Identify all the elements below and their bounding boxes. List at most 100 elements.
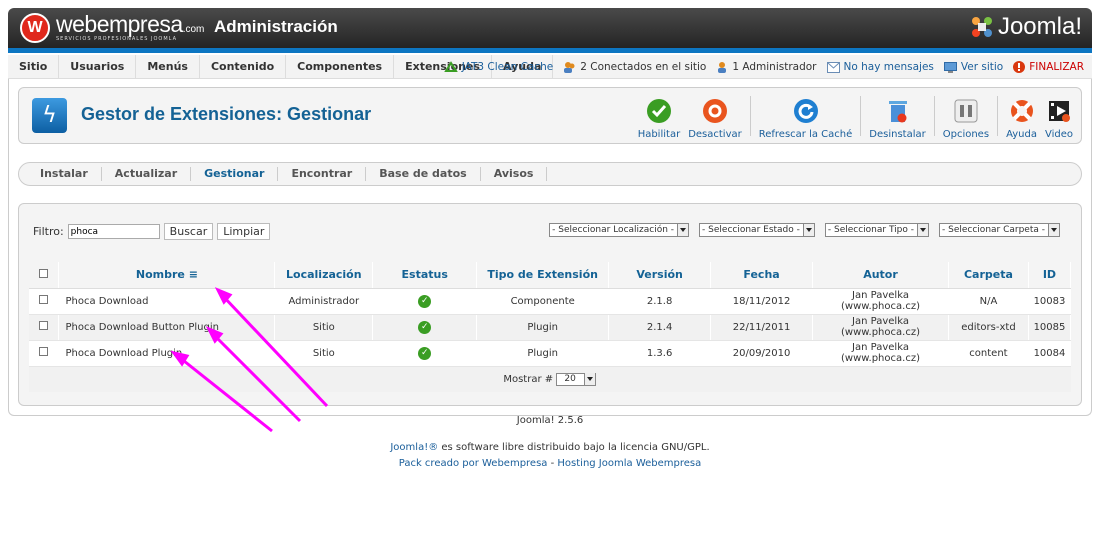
enable-button[interactable]: Habilitar <box>634 92 685 140</box>
table-row: Phoca Download Plugin Sitio ✓ Plugin 1.3… <box>29 340 1072 367</box>
col-tipo[interactable]: Tipo de Extensión <box>476 262 610 289</box>
webempresa-logo-icon: W <box>20 13 50 43</box>
admin-title: Administración <box>214 17 338 36</box>
extension-author: Jan Pavelka (www.phoca.cz) <box>812 340 949 367</box>
dropdown-arrow-icon <box>584 373 596 386</box>
refresh-cache-button[interactable]: Refrescar la Caché <box>755 92 857 140</box>
extension-id: 10084 <box>1028 340 1072 367</box>
menu-item-usuarios[interactable]: Usuarios <box>59 55 137 79</box>
select-all-checkbox[interactable] <box>39 269 49 279</box>
logout-icon <box>1013 61 1026 73</box>
menu-item-componentes[interactable]: Componentes <box>286 55 395 79</box>
folder-select[interactable]: - Seleccionar Carpeta - <box>939 223 1060 237</box>
clean-cache-link[interactable]: JAT3 Clean Cache <box>443 61 553 73</box>
submenu-tabs: Instalar Actualizar Gestionar Encontrar … <box>18 162 1082 186</box>
extensions-lightning-icon: ϟ <box>32 98 67 133</box>
tab-base-de-datos[interactable]: Base de datos <box>366 167 481 181</box>
toolbar-separator <box>933 96 935 136</box>
options-button[interactable]: Opciones <box>939 92 993 140</box>
menu-item-menus[interactable]: Menús <box>136 55 200 79</box>
help-button[interactable]: Ayuda <box>1002 92 1041 140</box>
location-select[interactable]: - Seleccionar Localización - <box>549 223 690 237</box>
extension-author: Jan Pavelka (www.phoca.cz) <box>812 314 949 341</box>
check-circle-icon <box>645 97 673 125</box>
list-limit-label: Mostrar # <box>503 373 554 385</box>
tab-gestionar[interactable]: Gestionar <box>191 167 279 181</box>
dropdown-arrow-icon <box>1048 224 1059 236</box>
col-nombre-label: Nombre <box>135 268 185 282</box>
col-fecha[interactable]: Fecha <box>710 262 814 289</box>
pack-webempresa-link[interactable]: Pack creado por Webempresa <box>399 458 548 469</box>
type-select-value: - Seleccionar Tipo - <box>827 225 915 235</box>
pack-credits: Pack creado por Webempresa - Hosting Joo… <box>8 458 1092 469</box>
enabled-check-icon[interactable]: ✓ <box>418 346 432 360</box>
admin-header: W webempresa.com SERVICIOS PROFESIONALES… <box>8 8 1092 48</box>
col-autor[interactable]: Autor <box>812 262 949 289</box>
extension-status-cell: ✓ <box>372 314 478 341</box>
admin-count-label: 1 Administrador <box>732 61 817 73</box>
col-nombre[interactable]: Nombre ≡ <box>58 262 276 289</box>
row-checkbox[interactable] <box>39 321 49 330</box>
uninstall-button[interactable]: Desinstalar <box>865 92 929 140</box>
disable-button[interactable]: Desactivar <box>684 92 746 140</box>
enabled-check-icon[interactable]: ✓ <box>418 294 432 308</box>
location-select-value: - Seleccionar Localización - <box>552 225 675 235</box>
folder-select-value: - Seleccionar Carpeta - <box>942 225 1045 235</box>
help-label: Ayuda <box>1006 129 1037 140</box>
extension-type: Componente <box>476 288 610 315</box>
filter-label: Filtro: <box>33 225 64 238</box>
hosting-joomla-link[interactable]: Hosting Joomla Webempresa <box>557 458 701 469</box>
filter-search-input[interactable] <box>67 224 160 239</box>
users-icon <box>564 62 575 73</box>
joomla-logo-icon <box>971 17 992 37</box>
pagination-cell: Mostrar # 20 <box>29 366 1071 392</box>
refresh-cache-label: Refrescar la Caché <box>758 129 853 140</box>
messages-link[interactable]: No hay mensajes <box>826 61 934 73</box>
view-site-link[interactable]: Ver sitio <box>943 61 1003 73</box>
brand-name: webempresa.com <box>56 11 205 37</box>
type-select[interactable]: - Seleccionar Tipo - <box>824 223 930 237</box>
joomla-version: Joomla! 2.5.6 <box>516 415 584 426</box>
joomla-link[interactable]: Joomla!® <box>390 442 438 453</box>
tab-actualizar[interactable]: Actualizar <box>102 167 192 181</box>
dropdown-arrow-icon <box>802 224 814 236</box>
clear-button[interactable]: Limpiar <box>217 223 271 240</box>
toolbar-separator <box>997 96 999 136</box>
select-all-cell <box>29 262 60 289</box>
enabled-check-icon[interactable]: ✓ <box>418 320 432 334</box>
license-text: es software libre distribuido bajo la li… <box>438 442 710 453</box>
video-button[interactable]: Video <box>1041 92 1077 140</box>
page-footer: Joomla! 2.5.6 Joomla!® es software libre… <box>8 415 1092 469</box>
extension-location: Sitio <box>274 314 374 341</box>
lifebuoy-icon <box>1008 97 1036 125</box>
col-carpeta[interactable]: Carpeta <box>948 262 1029 289</box>
search-button[interactable]: Buscar <box>163 223 214 240</box>
col-estatus[interactable]: Estatus <box>372 262 478 289</box>
row-checkbox[interactable] <box>39 295 49 304</box>
disable-circle-icon <box>701 97 729 125</box>
brand-tagline: SERVICIOS PROFESIONALES JOOMLA <box>56 36 177 42</box>
tab-instalar[interactable]: Instalar <box>27 167 102 181</box>
list-limit-select[interactable]: 20 <box>556 372 597 386</box>
dropdown-arrow-icon <box>677 224 689 236</box>
menu-item-contenido[interactable]: Contenido <box>200 55 287 79</box>
extension-author: Jan Pavelka (www.phoca.cz) <box>812 288 949 315</box>
logout-link[interactable]: FINALIZAR <box>1013 61 1084 73</box>
header-accent-bar <box>8 48 1092 53</box>
disable-label: Desactivar <box>688 129 742 140</box>
menu-item-sitio[interactable]: Sitio <box>8 55 60 79</box>
monitor-icon <box>943 61 957 73</box>
row-checkbox[interactable] <box>39 347 49 356</box>
uninstall-label: Desinstalar <box>869 129 926 140</box>
toolbar-separator <box>749 96 751 136</box>
page-title: Gestor de Extensiones: Gestionar <box>81 104 372 124</box>
col-localizacion[interactable]: Localización <box>274 262 374 289</box>
sort-icon: ≡ <box>188 268 198 282</box>
extension-date: 18/11/2012 <box>710 288 814 315</box>
state-select[interactable]: - Seleccionar Estado - <box>699 223 815 237</box>
tab-encontrar[interactable]: Encontrar <box>278 167 367 181</box>
admin-count: 1 Administrador <box>716 61 817 73</box>
col-version[interactable]: Versión <box>608 262 712 289</box>
col-id[interactable]: ID <box>1028 262 1072 289</box>
tab-avisos[interactable]: Avisos <box>481 167 548 181</box>
